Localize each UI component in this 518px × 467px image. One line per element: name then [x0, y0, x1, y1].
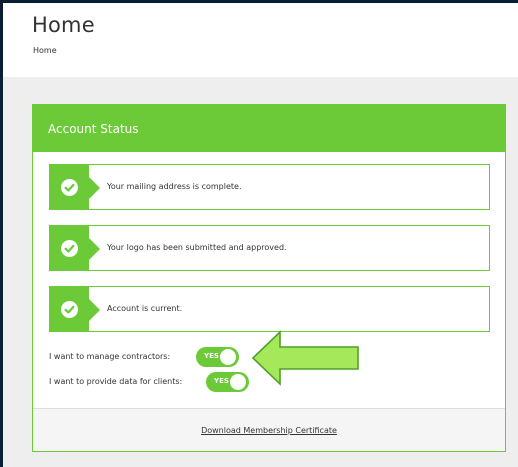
- check-circle-icon: [61, 301, 78, 318]
- status-icon-box: [50, 226, 100, 270]
- app-window: Home Home Account Status Your mailing ad…: [0, 0, 518, 467]
- page-title: Home: [32, 13, 95, 37]
- status-item-account-current: Account is current.: [49, 286, 490, 332]
- status-item-logo: Your logo has been submitted and approve…: [49, 225, 490, 271]
- check-circle-icon: [61, 179, 78, 196]
- status-item-label: Account is current.: [107, 304, 183, 313]
- manage-contractors-toggle[interactable]: YES: [196, 347, 239, 367]
- provide-data-toggle[interactable]: YES: [206, 372, 249, 392]
- card-footer: Download Membership Certificate: [33, 408, 505, 451]
- toggle-label: I want to provide data for clients:: [49, 377, 183, 386]
- left-arrow-icon: [251, 330, 359, 386]
- status-item-label: Your logo has been submitted and approve…: [107, 243, 287, 252]
- check-circle-icon: [61, 240, 78, 257]
- account-status-card: Account Status Your mailing address is c…: [32, 104, 506, 452]
- account-status-header: Account Status: [33, 105, 505, 152]
- toggle-label: I want to manage contractors:: [49, 352, 171, 361]
- toggle-value: YES: [204, 352, 219, 360]
- status-icon-box: [50, 165, 100, 209]
- toggle-value: YES: [214, 377, 229, 385]
- status-icon-box: [50, 287, 100, 331]
- account-status-title: Account Status: [48, 122, 139, 136]
- status-item-mailing-address: Your mailing address is complete.: [49, 164, 490, 210]
- toggle-knob: [220, 349, 236, 365]
- download-certificate-link[interactable]: Download Membership Certificate: [33, 426, 505, 435]
- page-header: Home Home: [3, 3, 518, 77]
- status-item-label: Your mailing address is complete.: [107, 182, 242, 191]
- toggle-knob: [230, 374, 246, 390]
- breadcrumb[interactable]: Home: [33, 46, 57, 55]
